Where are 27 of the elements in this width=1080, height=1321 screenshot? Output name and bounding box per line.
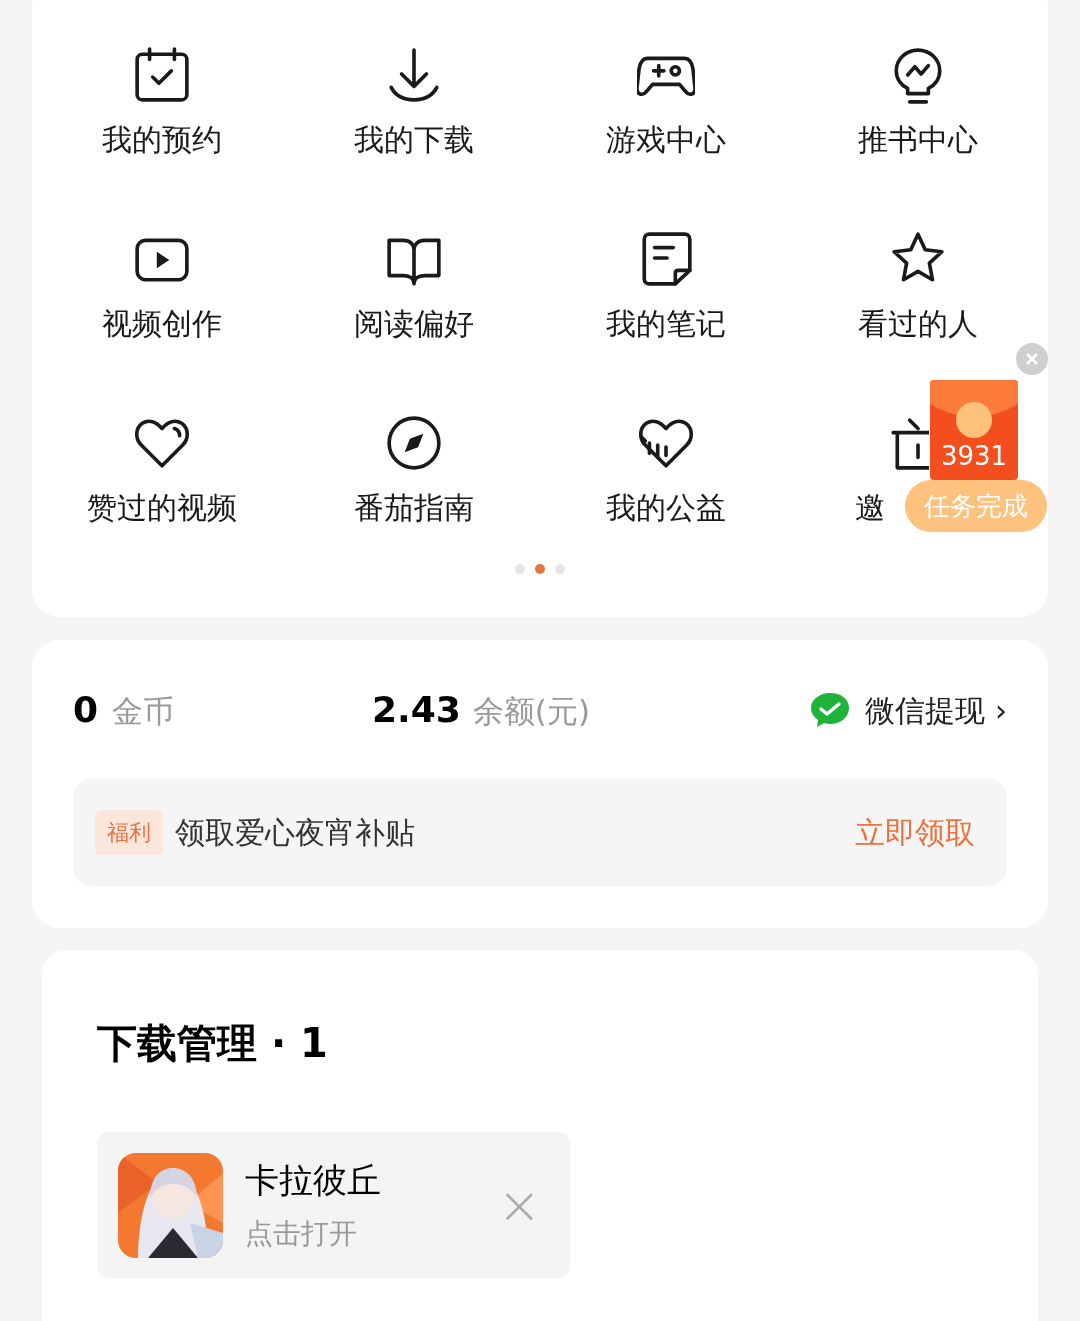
chat-bubble-icon bbox=[809, 691, 852, 729]
shortcut-label[interactable]: 赞过的视频 bbox=[87, 488, 237, 528]
coin-label: 金币 bbox=[112, 692, 175, 731]
shortcut-label[interactable]: 推书中心 bbox=[858, 120, 978, 160]
coin-count: 0 bbox=[73, 688, 99, 732]
compass-icon[interactable] bbox=[385, 414, 443, 472]
balance-amount: 2.43 bbox=[372, 688, 461, 732]
shortcut-label[interactable]: 邀 bbox=[855, 488, 885, 528]
welfare-text: 领取爱心夜宵补贴 bbox=[175, 814, 415, 852]
welfare-tag: 福利 bbox=[95, 810, 163, 855]
shortcut-label[interactable]: 番茄指南 bbox=[354, 488, 474, 528]
shortcut-label[interactable]: 阅读偏好 bbox=[354, 304, 474, 344]
shortcut-label[interactable]: 我的预约 bbox=[102, 120, 222, 160]
shortcut-label[interactable]: 看过的人 bbox=[858, 304, 978, 344]
reward-envelope-popup[interactable]: 3931 bbox=[930, 380, 1018, 480]
shortcut-label[interactable]: 我的下载 bbox=[354, 120, 474, 160]
balance-label: 余额(元) bbox=[472, 692, 591, 731]
shortcut-label[interactable]: 我的笔记 bbox=[606, 304, 726, 344]
calendar-icon[interactable] bbox=[133, 46, 191, 104]
reward-amount: 3931 bbox=[939, 440, 1009, 472]
shortcut-label[interactable]: 视频创作 bbox=[102, 304, 222, 344]
shortcut-label[interactable]: 游戏中心 bbox=[606, 120, 726, 160]
section-title: 下载管理 · 1 bbox=[97, 1019, 329, 1068]
withdraw-link[interactable]: 微信提现 › bbox=[865, 687, 1007, 733]
app-name: 卡拉彼丘 bbox=[245, 1159, 381, 1202]
close-icon bbox=[1025, 352, 1039, 366]
shortcut-label[interactable]: 我的公益 bbox=[606, 488, 726, 528]
